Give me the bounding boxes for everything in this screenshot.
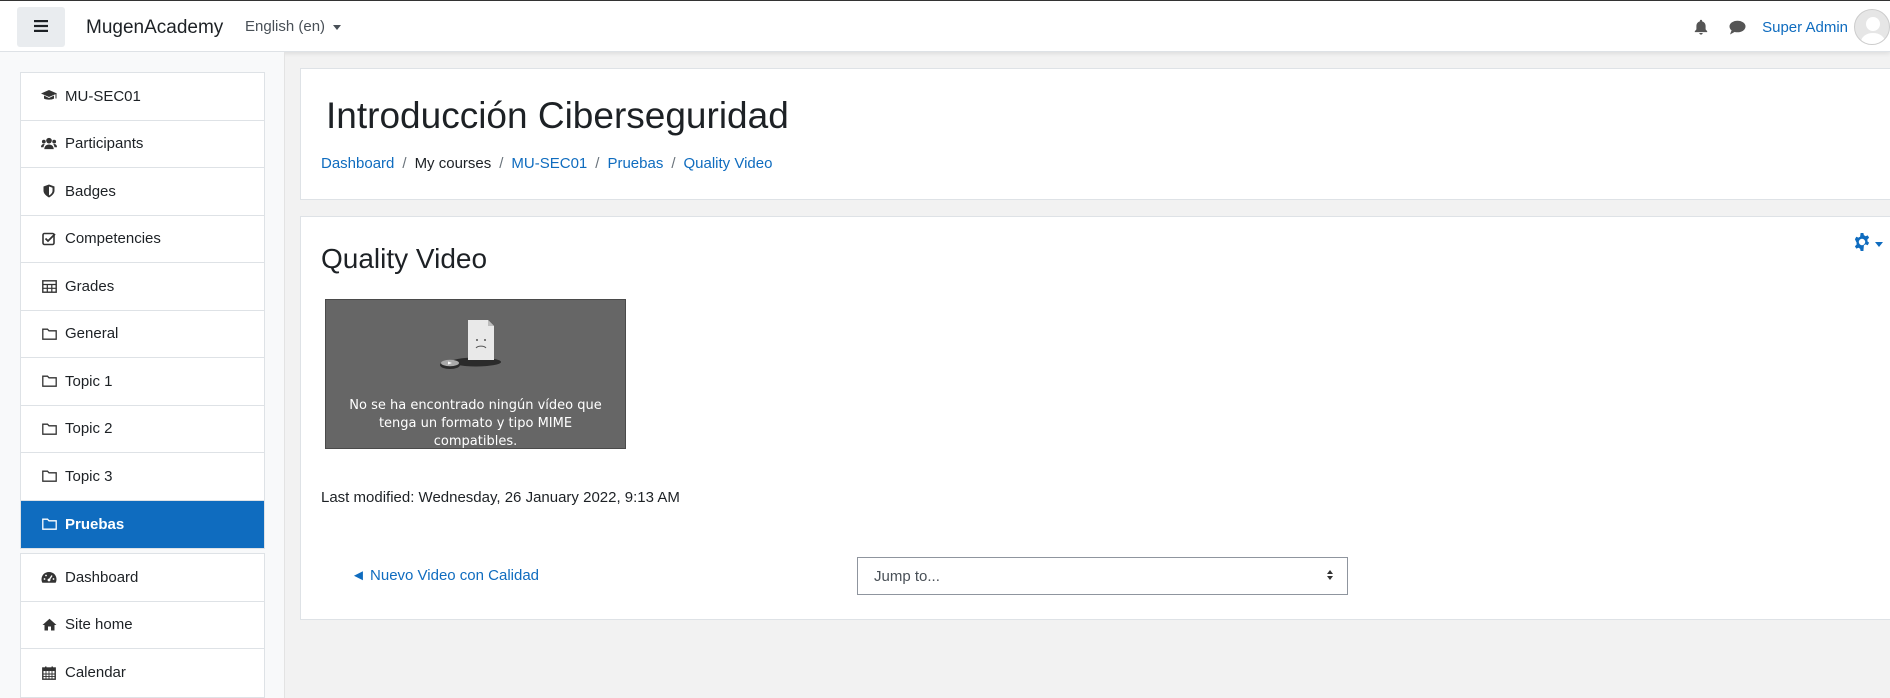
drawer-item-label: Topic 2: [65, 420, 113, 438]
drawer-item-label: MU-SEC01: [65, 87, 141, 105]
drawer-item-label: Pruebas: [65, 515, 125, 533]
jump-to-value: Jump to...: [874, 567, 940, 585]
drawer-item-label: Topic 3: [65, 467, 113, 485]
menu-toggle-button[interactable]: [17, 7, 65, 47]
folder-icon: [41, 468, 57, 484]
chevron-down-icon: [1875, 241, 1883, 247]
site-nav: Dashboard Site home Calendar: [20, 553, 265, 698]
language-label: English ‎(en)‎: [245, 18, 326, 35]
drawer-item-topic-3[interactable]: Topic 3: [21, 453, 264, 501]
breadcrumb-separator: /: [402, 155, 407, 172]
chevron-down-icon: [333, 24, 342, 30]
breadcrumb-course[interactable]: MU-SEC01: [511, 155, 587, 172]
drawer-item-label: General: [65, 325, 119, 343]
drawer-item-badges[interactable]: Badges: [21, 168, 264, 216]
drawer-item-label: Site home: [65, 616, 133, 634]
folder-icon: [41, 421, 57, 437]
drawer-item-general[interactable]: General: [21, 311, 264, 358]
jump-to-select[interactable]: Jump to...: [857, 557, 1348, 595]
previous-activity-link[interactable]: ◄ Nuevo Video con Calidad: [351, 567, 539, 584]
shield-icon: [41, 183, 57, 199]
page-title: Introducción Ciberseguridad: [326, 95, 789, 136]
menu-icon: [34, 19, 48, 36]
drawer-item-competencies[interactable]: Competencies: [21, 216, 264, 263]
drawer-item-topic-2[interactable]: Topic 2: [21, 406, 264, 453]
drawer-item-dashboard[interactable]: Dashboard: [21, 554, 264, 602]
table-icon: [41, 278, 57, 294]
drawer-item-label: Dashboard: [65, 568, 139, 586]
broken-file-icon: [440, 316, 510, 380]
top-navbar: MugenAcademy English ‎(en)‎ Super Admin: [0, 0, 1890, 52]
drawer-item-label: Calendar: [65, 664, 126, 682]
video-error-message: No se ha encontrado ningún vídeo que ten…: [349, 398, 602, 449]
drawer-item-grades[interactable]: Grades: [21, 263, 264, 311]
nav-drawer: MU-SEC01 Participants Badges Competencie…: [0, 52, 285, 698]
breadcrumb: Dashboard / My courses / MU-SEC01 / Prue…: [321, 155, 772, 172]
page-header: Introducción Ciberseguridad Dashboard / …: [300, 68, 1890, 200]
select-arrows-icon: [1327, 570, 1335, 580]
avatar[interactable]: [1854, 9, 1890, 45]
drawer-item-course[interactable]: MU-SEC01: [21, 73, 264, 121]
drawer-item-pruebas[interactable]: Pruebas: [21, 500, 264, 548]
folder-icon: [41, 373, 57, 389]
checkbox-icon: [41, 231, 57, 247]
breadcrumb-section[interactable]: Pruebas: [607, 155, 663, 172]
language-menu[interactable]: English ‎(en)‎: [245, 18, 342, 35]
breadcrumb-dashboard[interactable]: Dashboard: [321, 155, 394, 172]
folder-icon: [41, 326, 57, 342]
drawer-item-label: Participants: [65, 135, 144, 153]
video-player[interactable]: No se ha encontrado ningún vídeo que ten…: [325, 299, 626, 449]
drawer-item-calendar[interactable]: Calendar: [21, 649, 264, 697]
breadcrumb-my-courses: My courses: [414, 155, 492, 172]
users-icon: [41, 136, 57, 152]
dashboard-icon: [41, 569, 57, 585]
breadcrumb-activity[interactable]: Quality Video: [684, 155, 773, 172]
activity-title: Quality Video: [321, 243, 488, 274]
calendar-icon: [41, 665, 57, 681]
chat-icon[interactable]: [1726, 16, 1748, 38]
drawer-item-topic-1[interactable]: Topic 1: [21, 358, 264, 406]
breadcrumb-separator: /: [499, 155, 504, 172]
folder-icon: [41, 516, 57, 532]
drawer-item-label: Topic 1: [65, 372, 113, 390]
last-modified: Last modified: Wednesday, 26 January 202…: [321, 489, 680, 506]
home-icon: [41, 617, 57, 633]
drawer-item-label: Badges: [65, 182, 116, 200]
user-menu-link[interactable]: Super Admin: [1762, 19, 1848, 36]
activity-settings-menu[interactable]: [1852, 232, 1883, 256]
site-brand-link[interactable]: MugenAcademy: [86, 17, 223, 39]
drawer-item-label: Competencies: [65, 230, 161, 248]
drawer-item-site-home[interactable]: Site home: [21, 602, 264, 649]
drawer-item-label: Grades: [65, 277, 115, 295]
graduation-cap-icon: [41, 88, 57, 104]
breadcrumb-separator: /: [671, 155, 676, 172]
drawer-item-participants[interactable]: Participants: [21, 121, 264, 168]
course-nav: MU-SEC01 Participants Badges Competencie…: [20, 72, 265, 549]
gear-icon: [1852, 232, 1872, 256]
breadcrumb-separator: /: [595, 155, 600, 172]
bell-icon[interactable]: [1690, 16, 1712, 38]
activity-content: Quality Video No se ha encontrado ningún…: [300, 216, 1890, 620]
